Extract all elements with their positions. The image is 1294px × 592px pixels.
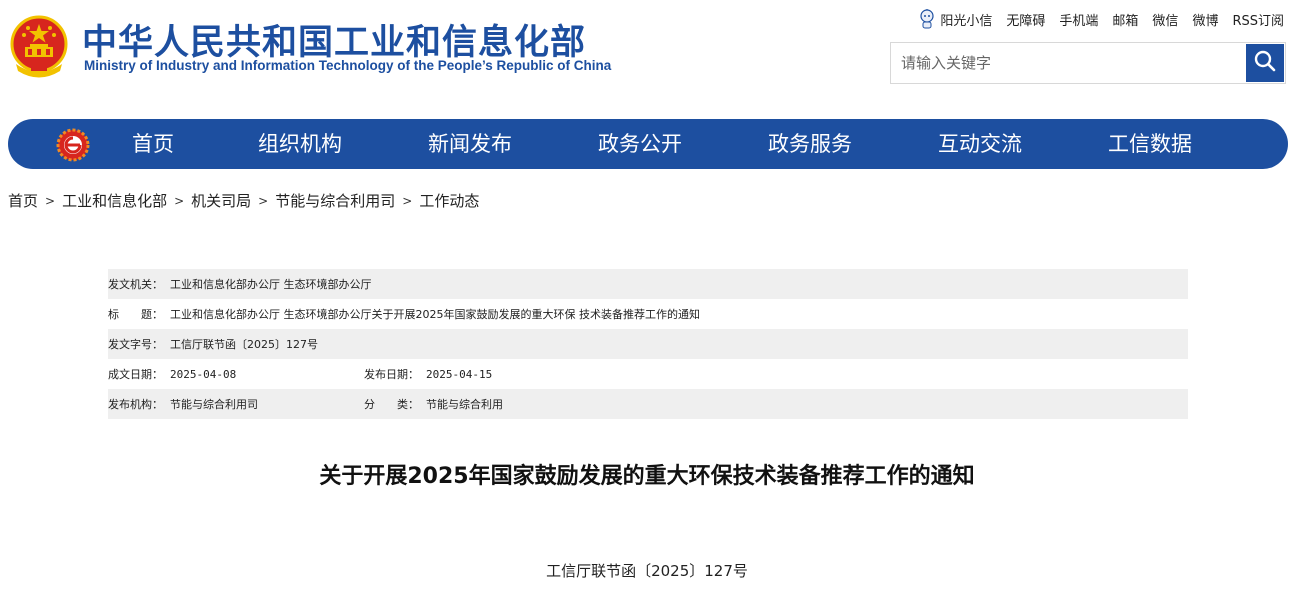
meta-label: 发文机关：: [108, 278, 163, 291]
nav-government-affairs[interactable]: 政务公开: [598, 119, 682, 169]
search-input[interactable]: [891, 43, 1245, 83]
meta-row-docno: 发文字号： 工信厅联节函〔2025〕127号: [108, 329, 1188, 359]
chevron-right-icon: >: [174, 193, 185, 208]
meta-category: 节能与综合利用: [426, 398, 503, 411]
meta-row-dates: 成文日期： 2025-04-08 发布日期： 2025-04-15: [108, 359, 1188, 389]
search-icon: [1253, 49, 1277, 77]
toplink-weibo[interactable]: 微博: [1192, 10, 1218, 29]
robot-icon: [918, 9, 936, 29]
meta-label: 发布机构：: [108, 398, 163, 411]
miit-logo-icon: [56, 128, 90, 162]
toplink-rss[interactable]: RSS订阅: [1232, 10, 1284, 29]
chevron-right-icon: >: [258, 193, 269, 208]
meta-label: 标 题：: [108, 308, 163, 321]
article-title: 关于开展2025年国家鼓励发展的重大环保技术装备推荐工作的通知: [319, 464, 975, 489]
search-box: [890, 42, 1286, 84]
document-meta-table: 发文机关： 工业和信息化部办公厅 生态环境部办公厅 标 题： 工业和信息化部办公…: [108, 269, 1188, 419]
breadcrumb-home[interactable]: 首页: [8, 190, 38, 211]
nav-interaction[interactable]: 互动交流: [938, 119, 1022, 169]
meta-label: 成文日期：: [108, 368, 163, 381]
breadcrumb-departments[interactable]: 机关司局: [191, 190, 251, 211]
meta-row-title: 标 题： 工业和信息化部办公厅 生态环境部办公厅关于开展2025年国家鼓励发展的…: [108, 299, 1188, 329]
article-doc-number: 工信厅联节函〔2025〕127号: [546, 562, 748, 580]
chevron-right-icon: >: [45, 193, 56, 208]
site-title-en[interactable]: Ministry of Industry and Information Tec…: [84, 58, 611, 73]
nav-organization[interactable]: 组织机构: [258, 119, 342, 169]
meta-title: 工业和信息化部办公厅 生态环境部办公厅关于开展2025年国家鼓励发展的重大环保 …: [170, 308, 700, 321]
main-nav: 首页 组织机构 新闻发布 政务公开 政务服务 互动交流 工信数据: [8, 119, 1288, 169]
toplink-mail[interactable]: 邮箱: [1112, 10, 1138, 29]
chevron-right-icon: >: [402, 193, 413, 208]
nav-news[interactable]: 新闻发布: [428, 119, 512, 169]
meta-label: 发文字号：: [108, 338, 163, 351]
toplink-wechat[interactable]: 微信: [1152, 10, 1178, 29]
toplink-sunshine[interactable]: 阳光小信: [918, 9, 992, 29]
toplink-accessibility[interactable]: 无障碍: [1006, 10, 1045, 29]
meta-label: 发布日期：: [364, 368, 419, 381]
search-button[interactable]: [1246, 44, 1284, 82]
breadcrumb-department[interactable]: 节能与综合利用司: [275, 190, 395, 211]
meta-row-org: 发布机构： 节能与综合利用司 分 类： 节能与综合利用: [108, 389, 1188, 419]
toplink-mobile[interactable]: 手机端: [1059, 10, 1098, 29]
meta-pubdate: 2025-04-15: [426, 367, 493, 381]
nav-home[interactable]: 首页: [132, 119, 174, 169]
meta-row-issuer: 发文机关： 工业和信息化部办公厅 生态环境部办公厅: [108, 269, 1188, 299]
meta-label: 分 类：: [364, 398, 419, 411]
meta-date: 2025-04-08: [170, 367, 237, 381]
national-emblem-icon: [8, 14, 70, 78]
toplink-label: 阳光小信: [940, 13, 993, 29]
breadcrumb-ministry[interactable]: 工业和信息化部: [62, 190, 167, 211]
nav-data[interactable]: 工信数据: [1108, 119, 1192, 169]
meta-org: 节能与综合利用司: [170, 398, 258, 411]
nav-services[interactable]: 政务服务: [768, 119, 852, 169]
breadcrumb: 首页 > 工业和信息化部 > 机关司局 > 节能与综合利用司 > 工作动态: [8, 190, 479, 211]
meta-issuer: 工业和信息化部办公厅 生态环境部办公厅: [170, 278, 372, 291]
top-links: 阳光小信 无障碍 手机端 邮箱 微信 微博 RSS订阅: [904, 9, 1284, 29]
meta-docno: 工信厅联节函〔2025〕127号: [170, 338, 318, 351]
breadcrumb-current[interactable]: 工作动态: [419, 190, 479, 211]
